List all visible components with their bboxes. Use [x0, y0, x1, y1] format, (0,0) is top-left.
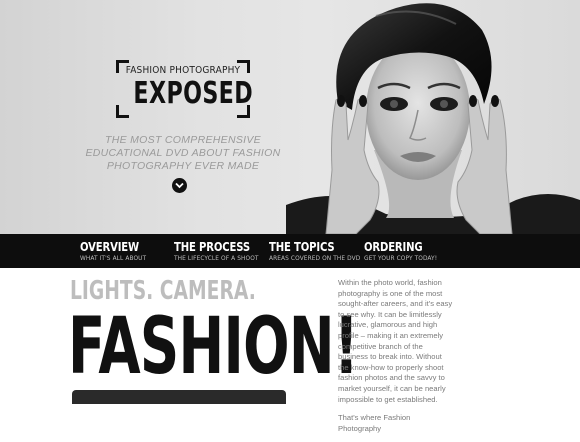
logo-bracket	[116, 105, 129, 118]
main-nav: OVERVIEW WHAT IT'S ALL ABOUT THE PROCESS…	[0, 234, 580, 268]
nav-item-overview[interactable]: OVERVIEW WHAT IT'S ALL ABOUT	[80, 240, 150, 263]
nav-item-subtitle: AREAS COVERED ON THE DVD	[269, 254, 361, 262]
section-headline: FASHION!	[68, 302, 359, 392]
nav-item-the-process[interactable]: THE PROCESS THE LIFECYCLE OF A SHOOT	[174, 240, 264, 263]
nav-item-title: ORDERING	[364, 240, 423, 254]
intro-copy: Within the photo world, fashion photogra…	[338, 278, 454, 442]
intro-paragraph: Within the photo world, fashion photogra…	[338, 278, 453, 404]
chevron-down-icon	[175, 182, 184, 189]
nav-item-subtitle: GET YOUR COPY TODAY!	[364, 254, 438, 262]
intro-paragraph: That's where Fashion Photography	[338, 413, 411, 433]
nav-item-title: THE PROCESS	[174, 240, 250, 254]
scroll-down-button[interactable]	[172, 178, 187, 193]
nav-item-the-topics[interactable]: THE TOPICS AREAS COVERED ON THE DVD	[269, 240, 360, 263]
site-logo[interactable]: FASHION PHOTOGRAPHY EXPOSED	[116, 60, 254, 118]
nav-item-subtitle: WHAT IT'S ALL ABOUT	[80, 254, 147, 262]
nav-item-title: OVERVIEW	[80, 240, 139, 254]
hero-section: FASHION PHOTOGRAPHY EXPOSED THE MOST COM…	[0, 0, 580, 234]
logo-brand: EXPOSED	[133, 76, 254, 111]
video-player-bar[interactable]	[72, 390, 286, 404]
hero-tagline: THE MOST COMPREHENSIVE EDUCATIONAL DVD A…	[85, 134, 281, 172]
model-portrait-image	[286, 3, 580, 234]
nav-item-ordering[interactable]: ORDERING GET YOUR COPY TODAY!	[364, 240, 437, 263]
nav-item-subtitle: THE LIFECYCLE OF A SHOOT	[174, 254, 259, 262]
nav-item-title: THE TOPICS	[269, 240, 335, 254]
